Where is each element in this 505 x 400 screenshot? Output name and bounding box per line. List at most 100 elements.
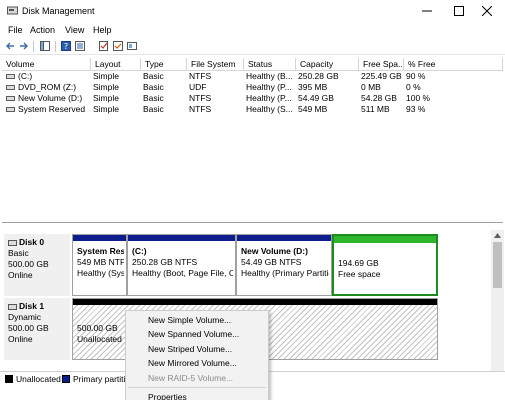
menu-help[interactable]: Help <box>93 25 112 35</box>
disk-0-size: 500.00 GB <box>8 259 49 269</box>
free-space-bar <box>334 236 436 243</box>
partition-system-reserved[interactable]: System Res 549 MB NTFS Healthy (Sys <box>72 234 127 296</box>
partition-status: Healthy (Sys <box>77 268 124 278</box>
volume-type: Basic <box>143 104 164 114</box>
volume-file-system: NTFS <box>189 93 212 103</box>
menu-file[interactable]: File <box>8 25 23 35</box>
menu-item-properties[interactable]: Properties <box>148 392 187 400</box>
toolbar: ? <box>0 38 505 55</box>
volume-free-space: 225.49 GB <box>361 71 402 81</box>
volume-layout: Simple <box>93 82 119 92</box>
legend-unallocated: Unallocated <box>16 374 61 384</box>
disk-0-info[interactable]: Disk 0 Basic 500.00 GB Online <box>4 234 70 296</box>
volume-capacity: 54.49 GB <box>298 93 334 103</box>
volume-row[interactable]: DVD_ROM (Z:) Simple Basic UDF Healthy (P… <box>2 82 503 93</box>
toolbar-separator <box>55 41 56 52</box>
volume-layout: Simple <box>93 71 119 81</box>
volume-file-system: NTFS <box>189 104 212 114</box>
disk-1-name: Disk 1 <box>19 301 45 311</box>
disk-icon <box>8 303 17 310</box>
volume-name: (C:) <box>18 71 33 81</box>
toolbar-separator <box>33 41 34 52</box>
partition-size: 549 MB NTFS <box>77 257 124 267</box>
context-menu: New Simple Volume... New Spanned Volume.… <box>125 310 269 400</box>
partition-status: Free space <box>338 269 381 279</box>
menu-action[interactable]: Action <box>30 25 55 35</box>
partition-size: 54.49 GB NTFS <box>241 257 302 267</box>
volume-capacity: 250.28 GB <box>298 71 339 81</box>
partition-name: New Volume (D:) <box>241 246 308 256</box>
volume-status: Healthy (S... <box>246 104 293 114</box>
column-header-type[interactable]: Type <box>141 58 187 71</box>
volume-list: Volume Layout Type File System Status Ca… <box>2 58 503 223</box>
disk-pane-scrollbar[interactable] <box>491 230 504 384</box>
volume-row[interactable]: New Volume (D:) Simple Basic NTFS Health… <box>2 93 503 104</box>
partition-size: 194.69 GB <box>338 258 379 268</box>
partition-status: Healthy (Primary Partitic <box>241 268 329 278</box>
drive-icon <box>6 74 15 79</box>
minimize-icon <box>422 10 432 12</box>
drive-icon <box>6 107 15 112</box>
minimize-button[interactable] <box>415 3 439 19</box>
dvd-drive-icon <box>6 85 15 90</box>
scrollbar-thumb[interactable] <box>493 242 502 288</box>
volume-percent-free: 100 % <box>406 93 431 103</box>
view-icon[interactable] <box>127 41 137 51</box>
volume-type: Basic <box>143 93 164 103</box>
partition-free-space[interactable]: 194.69 GB Free space <box>332 234 438 296</box>
primary-partition-bar <box>73 235 126 241</box>
volume-type: Basic <box>143 82 164 92</box>
menu-item-new-simple-volume[interactable]: New Simple Volume... <box>148 315 231 325</box>
menu-separator <box>128 387 266 388</box>
volume-row[interactable]: (C:) Simple Basic NTFS Healthy (B... 250… <box>2 71 503 82</box>
partition-name: (C:) <box>132 246 147 256</box>
rescan-disks-icon[interactable] <box>99 41 109 51</box>
column-header-file-system[interactable]: File System <box>187 58 244 71</box>
close-button[interactable] <box>475 3 499 19</box>
disk-0-status: Online <box>8 270 33 280</box>
volume-capacity: 395 MB <box>298 82 328 92</box>
disk-0-row: Disk 0 Basic 500.00 GB Online System Res… <box>4 234 490 296</box>
title-bar: Disk Management <box>0 0 505 22</box>
partition-status: Healthy (Boot, Page File, Cra <box>132 268 233 278</box>
volume-percent-free: 90 % <box>406 71 426 81</box>
volume-name: DVD_ROM (Z:) <box>18 82 77 92</box>
forward-arrow-icon[interactable] <box>19 41 29 51</box>
disk-0-name: Disk 0 <box>19 237 45 247</box>
column-header-layout[interactable]: Layout <box>91 58 141 71</box>
menu-item-new-mirrored-volume[interactable]: New Mirrored Volume... <box>148 358 237 368</box>
disk-management-icon <box>7 6 18 15</box>
volume-file-system: UDF <box>189 82 207 92</box>
legend-primary-partition: Primary partitic <box>73 374 130 384</box>
primary-partition-bar <box>237 235 331 241</box>
menu-item-new-raid5-volume: New RAID-5 Volume... <box>148 373 234 383</box>
svg-text:?: ? <box>64 42 68 51</box>
column-header-status[interactable]: Status <box>244 58 296 71</box>
help-icon[interactable]: ? <box>61 41 71 51</box>
maximize-button[interactable] <box>447 3 471 19</box>
menu-item-new-striped-volume[interactable]: New Striped Volume... <box>148 344 232 354</box>
column-header-free-space[interactable]: Free Spa... <box>359 58 404 71</box>
volume-type: Basic <box>143 71 164 81</box>
column-header-percent-free[interactable]: % Free <box>404 58 503 71</box>
window-title: Disk Management <box>22 6 95 16</box>
volume-capacity: 549 MB <box>298 104 328 114</box>
partition-size: 250.28 GB NTFS <box>132 257 198 267</box>
menu-item-new-spanned-volume[interactable]: New Spanned Volume... <box>148 329 239 339</box>
checklist-icon[interactable] <box>113 41 123 51</box>
disk-1-info[interactable]: Disk 1 Dynamic 500.00 GB Online <box>4 298 70 360</box>
volume-row[interactable]: System Reserved Simple Basic NTFS Health… <box>2 104 503 115</box>
menu-view[interactable]: View <box>65 25 84 35</box>
back-arrow-icon[interactable] <box>5 41 15 51</box>
disk-0-type: Basic <box>8 248 29 258</box>
disk-icon <box>8 239 17 246</box>
partition-c-drive[interactable]: (C:) 250.28 GB NTFS Healthy (Boot, Page … <box>127 234 236 296</box>
volume-percent-free: 0 % <box>406 82 421 92</box>
console-tree-icon[interactable] <box>40 41 50 51</box>
column-header-volume[interactable]: Volume <box>2 58 91 71</box>
properties-icon[interactable] <box>75 41 85 51</box>
partition-d-drive[interactable]: New Volume (D:) 54.49 GB NTFS Healthy (P… <box>236 234 332 296</box>
disk-1-status: Online <box>8 334 33 344</box>
scroll-up-arrow-icon[interactable] <box>494 233 501 238</box>
column-header-capacity[interactable]: Capacity <box>296 58 359 71</box>
